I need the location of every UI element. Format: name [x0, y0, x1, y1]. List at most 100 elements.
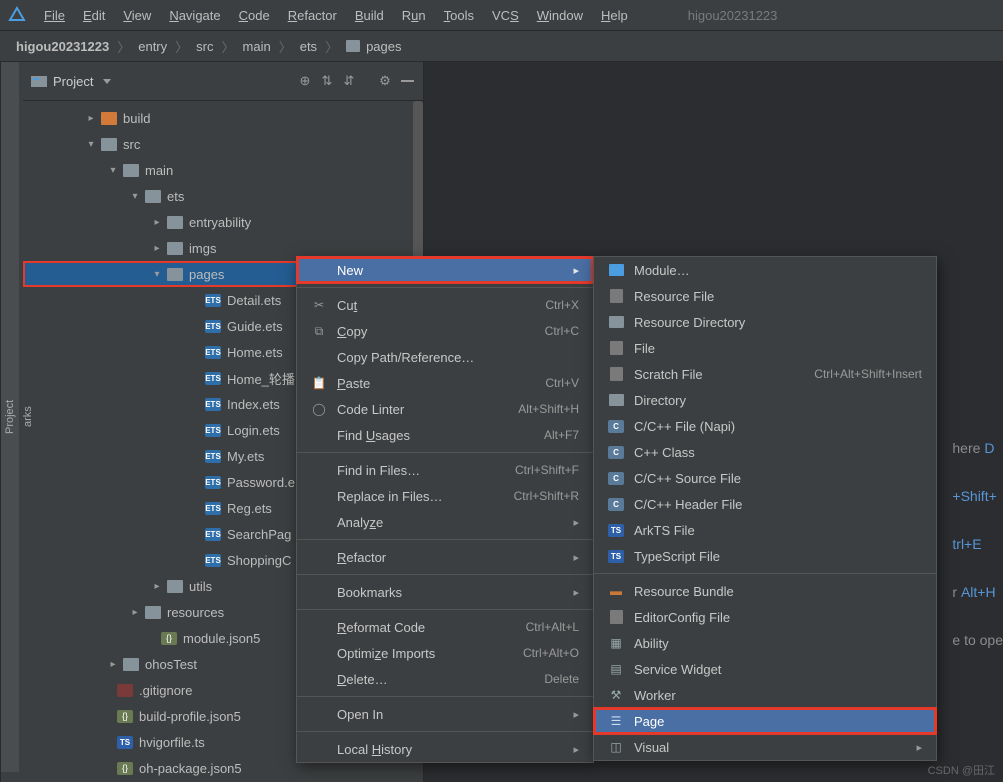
menu-navigate[interactable]: Navigate [161, 6, 228, 25]
menu-item-replace-in-files-[interactable]: Replace in Files…Ctrl+Shift+R [297, 483, 593, 509]
menu-help[interactable]: Help [593, 6, 636, 25]
chevron-down-icon[interactable] [103, 79, 111, 84]
menu-item-refactor[interactable]: Refactor▸ [297, 544, 593, 570]
submenu-item-scratch-file[interactable]: Scratch FileCtrl+Alt+Shift+Insert [594, 361, 936, 387]
menu-icon [311, 620, 327, 634]
submenu-item-directory[interactable]: Directory [594, 387, 936, 413]
tree-folder-entryability[interactable]: entryability [23, 209, 423, 235]
minimize-icon[interactable] [399, 73, 415, 89]
menu-vcs[interactable]: VCS [484, 6, 527, 25]
menu-run[interactable]: Run [394, 6, 434, 25]
submenu-item-c-c-header-file[interactable]: CC/C++ Header File [594, 491, 936, 517]
file-icon [610, 289, 623, 303]
app-logo-icon [8, 6, 26, 24]
collapse-icon[interactable]: ⇵ [341, 73, 357, 89]
submenu-item-ability[interactable]: ▦Ability [594, 630, 936, 656]
tab-project[interactable]: Project [1, 62, 19, 772]
ets-icon: ETS [205, 554, 221, 567]
menu-edit[interactable]: Edit [75, 6, 113, 25]
tree-folder-src[interactable]: src [23, 131, 423, 157]
menu-build[interactable]: Build [347, 6, 392, 25]
submenu-item-resource-bundle[interactable]: ▬Resource Bundle [594, 578, 936, 604]
submenu-item-arkts-file[interactable]: TSArkTS File [594, 517, 936, 543]
c-icon: C [608, 420, 624, 433]
menu-item-local-history[interactable]: Local History▸ [297, 736, 593, 762]
submenu-item-resource-file[interactable]: Resource File [594, 283, 936, 309]
menu-tools[interactable]: Tools [436, 6, 482, 25]
tree-folder-build[interactable]: build [23, 105, 423, 131]
gear-icon[interactable]: ⚙ [377, 73, 393, 89]
menu-file[interactable]: File [36, 6, 73, 25]
crumb-src[interactable]: src [188, 37, 221, 56]
submenu-item-editorconfig-file[interactable]: EditorConfig File [594, 604, 936, 630]
menu-icon [311, 707, 327, 721]
menu-icon: ⧉ [311, 324, 327, 338]
project-panel-header: Project ⊕ ⇅ ⇵ ⚙ [23, 62, 423, 101]
c-icon: C [608, 498, 624, 511]
menu-item-paste[interactable]: 📋PasteCtrl+V [297, 370, 593, 396]
file-icon [610, 610, 623, 624]
submenu-item-c-c-file-napi-[interactable]: CC/C++ File (Napi) [594, 413, 936, 439]
menu-window[interactable]: Window [529, 6, 591, 25]
submenu-item-c-c-source-file[interactable]: CC/C++ Source File [594, 465, 936, 491]
ets-icon: ETS [205, 528, 221, 541]
menu-icon [311, 742, 327, 756]
submenu-item-module-[interactable]: Module… [594, 257, 936, 283]
crumb-ets[interactable]: ets [292, 37, 325, 56]
ets-icon: ETS [205, 372, 221, 385]
menu-item-open-in[interactable]: Open In▸ [297, 701, 593, 727]
menu-icon [311, 489, 327, 503]
menu-icon [311, 646, 327, 660]
crumb-entry[interactable]: entry [130, 37, 175, 56]
menu-item-optimize-imports[interactable]: Optimize ImportsCtrl+Alt+O [297, 640, 593, 666]
menu-item-delete-[interactable]: Delete…Delete [297, 666, 593, 692]
ts-icon: TS [608, 524, 624, 537]
folder-icon [167, 580, 183, 593]
submenu-item-resource-directory[interactable]: Resource Directory [594, 309, 936, 335]
menu-item-find-usages[interactable]: Find UsagesAlt+F7 [297, 422, 593, 448]
folder-icon [167, 242, 183, 255]
folder-icon [123, 658, 139, 671]
crumb-main[interactable]: main [235, 37, 279, 56]
scrollbar[interactable] [413, 101, 423, 261]
submenu-item-page[interactable]: ☰Page [594, 708, 936, 734]
editor-empty-hints: here D +Shift+ trl+E r Alt+H e to ope [952, 424, 1003, 664]
menu-item-analyze[interactable]: Analyze▸ [297, 509, 593, 535]
menu-item-copy-path-reference-[interactable]: Copy Path/Reference… [297, 344, 593, 370]
folder-icon [101, 138, 117, 151]
ets-icon: ETS [205, 320, 221, 333]
submenu-item-c-class[interactable]: CC++ Class [594, 439, 936, 465]
menu-item-new[interactable]: New▸ [297, 257, 593, 283]
crumb-pages[interactable]: pages [338, 37, 409, 56]
menu-icon [311, 550, 327, 564]
folder-icon [346, 40, 360, 52]
expand-icon[interactable]: ⇅ [319, 73, 335, 89]
menu-item-find-in-files-[interactable]: Find in Files…Ctrl+Shift+F [297, 457, 593, 483]
tree-folder-main[interactable]: main [23, 157, 423, 183]
menu-item-copy[interactable]: ⧉CopyCtrl+C [297, 318, 593, 344]
menu-item-code-linter[interactable]: ◯Code LinterAlt+Shift+H [297, 396, 593, 422]
crumb-root[interactable]: higou20231223 [8, 37, 117, 56]
submenu-item-visual[interactable]: ◫Visual▸ [594, 734, 936, 760]
new-submenu[interactable]: Module…Resource FileResource DirectoryFi… [593, 256, 937, 761]
context-menu[interactable]: New▸ ✂CutCtrl+X⧉CopyCtrl+CCopy Path/Refer… [296, 256, 594, 763]
locate-icon[interactable]: ⊕ [297, 73, 313, 89]
submenu-item-file[interactable]: File [594, 335, 936, 361]
submenu-item-typescript-file[interactable]: TSTypeScript File [594, 543, 936, 569]
menu-icon: 📋 [311, 376, 327, 390]
menu-item-cut[interactable]: ✂CutCtrl+X [297, 292, 593, 318]
menu-code[interactable]: Code [231, 6, 278, 25]
menu-refactor[interactable]: Refactor [280, 6, 345, 25]
json-icon: {} [117, 710, 133, 723]
submenu-item-service-widget[interactable]: ▤Service Widget [594, 656, 936, 682]
ability-icon: ▦ [610, 636, 621, 650]
menu-view[interactable]: View [115, 6, 159, 25]
menu-icon [311, 350, 327, 364]
project-title[interactable]: Project [53, 74, 93, 89]
menu-icon [311, 263, 327, 277]
ets-icon: ETS [205, 294, 221, 307]
menu-item-bookmarks[interactable]: Bookmarks▸ [297, 579, 593, 605]
tree-folder-ets[interactable]: ets [23, 183, 423, 209]
submenu-item-worker[interactable]: ⚒Worker [594, 682, 936, 708]
menu-item-reformat-code[interactable]: Reformat CodeCtrl+Alt+L [297, 614, 593, 640]
